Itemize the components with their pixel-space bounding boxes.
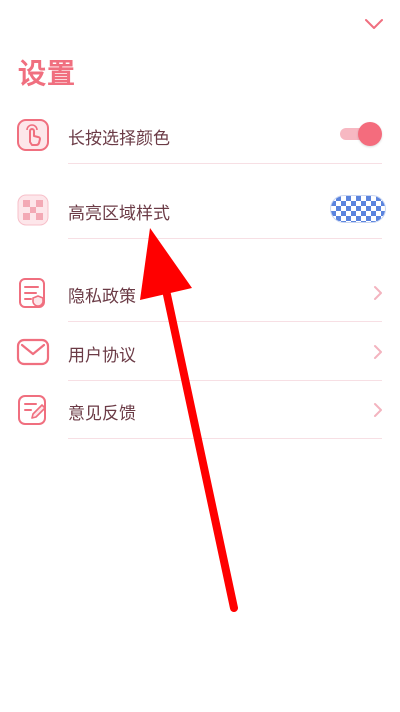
divider bbox=[68, 163, 382, 164]
divider bbox=[68, 380, 382, 381]
envelope-icon bbox=[16, 335, 50, 369]
setting-highlight-style[interactable]: 高亮区域样式 bbox=[0, 193, 400, 233]
setting-label: 长按选择颜色 bbox=[68, 129, 170, 149]
setting-label: 隐私政策 bbox=[68, 287, 136, 307]
checkerboard-icon bbox=[16, 193, 50, 227]
chevron-right-icon bbox=[370, 344, 386, 360]
setting-label: 高亮区域样式 bbox=[68, 204, 170, 224]
highlight-pattern-swatch[interactable] bbox=[330, 195, 386, 223]
setting-label: 意见反馈 bbox=[68, 404, 136, 424]
setting-label: 用户协议 bbox=[68, 346, 136, 366]
divider bbox=[68, 438, 382, 439]
setting-user-agreement[interactable]: 用户协议 bbox=[0, 335, 400, 375]
setting-privacy-policy[interactable]: 隐私政策 bbox=[0, 276, 400, 316]
setting-long-press-color[interactable]: 长按选择颜色 bbox=[0, 118, 400, 158]
long-press-hand-icon bbox=[16, 118, 50, 152]
chevron-down-icon bbox=[365, 19, 383, 29]
divider bbox=[68, 321, 382, 322]
page-title: 设置 bbox=[18, 57, 77, 90]
setting-feedback[interactable]: 意见反馈 bbox=[0, 393, 400, 433]
divider bbox=[68, 238, 382, 239]
toggle-knob bbox=[358, 122, 382, 146]
chevron-right-icon bbox=[370, 402, 386, 418]
collapse-chevron-button[interactable] bbox=[362, 12, 386, 36]
edit-note-icon bbox=[16, 393, 50, 427]
long-press-toggle[interactable] bbox=[340, 121, 382, 147]
document-shield-icon bbox=[16, 276, 50, 310]
chevron-right-icon bbox=[370, 285, 386, 301]
